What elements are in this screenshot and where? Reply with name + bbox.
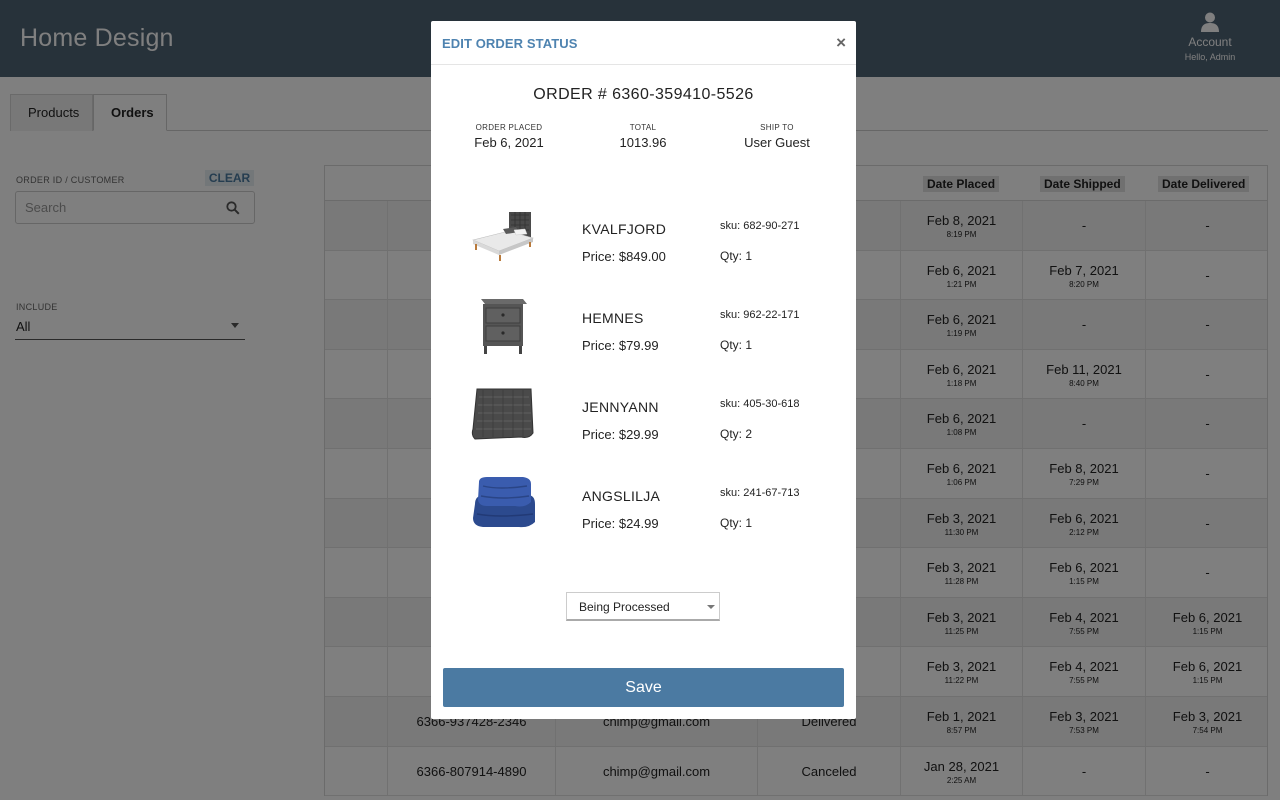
- throw-blanket-image: [471, 388, 534, 440]
- modal-divider: [431, 64, 856, 65]
- item-name: KVALFJORD: [582, 221, 667, 237]
- order-status-value: Being Processed: [579, 600, 670, 614]
- order-status-select[interactable]: Being Processed: [566, 592, 720, 621]
- order-item: JENNYANN Price: $29.99 sku: 405-30-618 Q…: [431, 385, 856, 465]
- item-price: Price: $849.00: [582, 249, 666, 264]
- item-name: HEMNES: [582, 310, 644, 326]
- item-sku: sku: 962-22-171: [720, 309, 800, 321]
- item-name: ANGSLILJA: [582, 488, 661, 504]
- duvet-cover-image: [473, 477, 535, 528]
- meta-label: ORDER PLACED: [475, 123, 543, 132]
- meta-ship-to: SHIP TO User Guest: [712, 123, 842, 150]
- edit-order-status-modal: EDIT ORDER STATUS × ORDER # 6360-359410-…: [431, 21, 856, 719]
- bed-image: [472, 212, 534, 261]
- meta-value: User Guest: [744, 135, 810, 150]
- order-item: KVALFJORD Price: $849.00 sku: 682-90-271…: [431, 207, 856, 287]
- meta-total: TOTAL 1013.96: [578, 123, 708, 150]
- item-name: JENNYANN: [582, 399, 659, 415]
- item-qty: Qty: 2: [720, 427, 753, 441]
- nightstand-image: [481, 299, 527, 354]
- meta-order-placed: ORDER PLACED Feb 6, 2021: [444, 123, 574, 150]
- item-price: Price: $79.99: [582, 338, 659, 353]
- order-item: HEMNES Price: $79.99 sku: 962-22-171 Qty…: [431, 296, 856, 376]
- item-price: Price: $24.99: [582, 516, 659, 531]
- meta-value: 1013.96: [619, 135, 667, 150]
- item-qty: Qty: 1: [720, 249, 753, 263]
- item-sku: sku: 241-67-713: [720, 487, 800, 499]
- modal-title: EDIT ORDER STATUS: [442, 36, 578, 51]
- item-qty: Qty: 1: [720, 338, 753, 352]
- item-qty: Qty: 1: [720, 516, 753, 530]
- item-sku: sku: 405-30-618: [720, 398, 800, 410]
- chevron-down-icon: [707, 605, 715, 609]
- order-item: ANGSLILJA Price: $24.99 sku: 241-67-713 …: [431, 474, 856, 554]
- item-sku: sku: 682-90-271: [720, 220, 800, 232]
- close-icon[interactable]: ×: [836, 33, 846, 53]
- order-number: ORDER # 6360-359410-5526: [533, 86, 754, 103]
- meta-value: Feb 6, 2021: [474, 135, 544, 150]
- meta-label: SHIP TO: [760, 123, 794, 132]
- save-button[interactable]: Save: [443, 668, 844, 707]
- item-price: Price: $29.99: [582, 427, 659, 442]
- meta-label: TOTAL: [629, 123, 657, 132]
